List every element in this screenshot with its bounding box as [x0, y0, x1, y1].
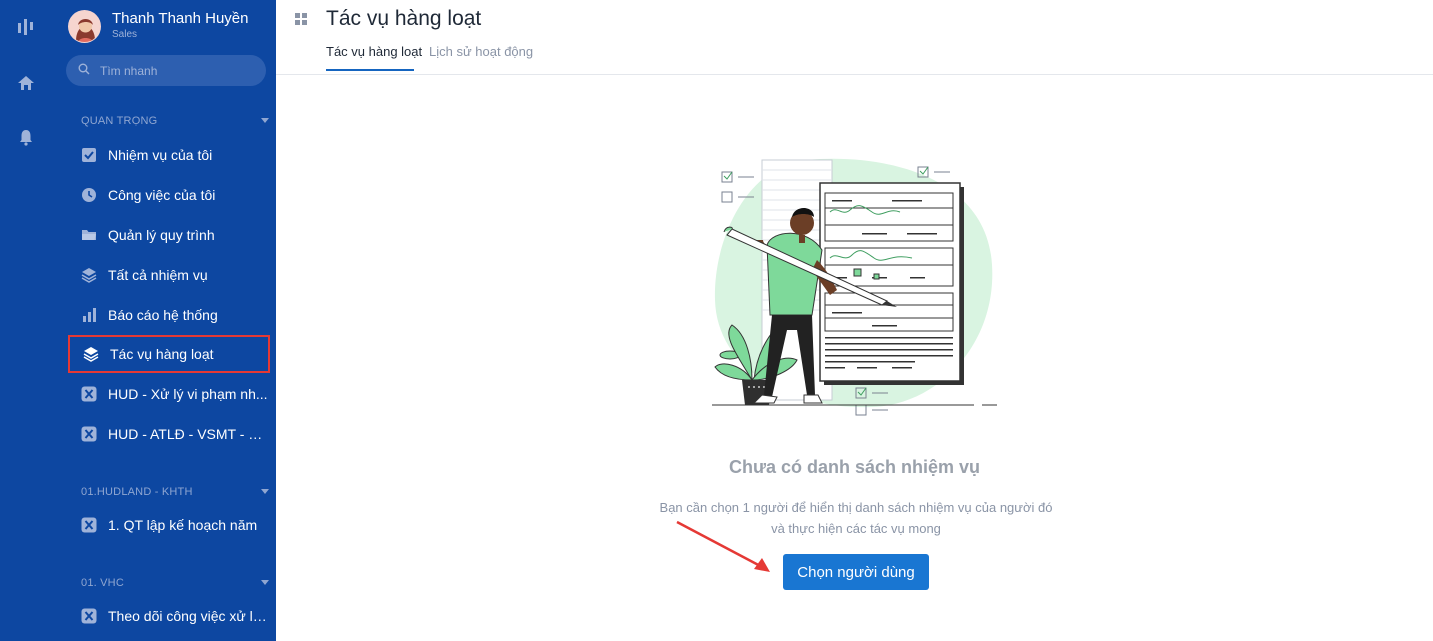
sidebar-item-label: Theo dõi công việc xử lý... [108, 608, 268, 624]
chevron-down-icon [261, 580, 269, 585]
tab-bulk-actions[interactable]: Tác vụ hàng loạt [326, 44, 422, 59]
logo-icon[interactable] [16, 17, 36, 37]
red-arrow-annotation [676, 520, 770, 572]
page-title: Tác vụ hàng loạt [326, 7, 482, 30]
check-square-icon [80, 146, 98, 164]
user-profile[interactable]: Thanh Thanh Huyền Sales [68, 10, 249, 43]
search-box[interactable] [66, 55, 266, 86]
avatar [68, 10, 101, 43]
sidebar-item-label: HUD - Xử lý vi phạm nh... [108, 386, 268, 402]
clock-icon [80, 186, 98, 204]
active-tab-indicator [326, 69, 414, 71]
layers-icon [80, 266, 98, 284]
sidebar-item-label: Tác vụ hàng loạt [110, 346, 214, 362]
sidebar-item-work-tracking[interactable]: Theo dõi công việc xử lý... [68, 597, 270, 635]
section-quan-trong[interactable]: QUAN TRỌNG [81, 115, 273, 127]
user-name: Thanh Thanh Huyền [112, 10, 249, 27]
x-app-icon [80, 607, 98, 625]
chevron-down-icon [261, 489, 269, 494]
sidebar-item-hud-atld[interactable]: HUD - ATLĐ - VSMT - PCCN [68, 415, 270, 453]
sidebar-item-my-tasks[interactable]: Nhiệm vụ của tôi [68, 136, 270, 174]
select-user-button[interactable]: Chọn người dùng [783, 554, 929, 590]
empty-state-illustration [712, 158, 997, 416]
section-label: 01.HUDLAND - KHTH [81, 486, 193, 498]
empty-state-title: Chưa có danh sách nhiệm vụ [728, 457, 981, 477]
x-app-icon [80, 385, 98, 403]
bar-chart-icon [80, 306, 98, 324]
sidebar-item-label: Báo cáo hệ thống [108, 307, 218, 323]
sidebar: Thanh Thanh Huyền Sales QUAN TRỌNG Nhiệm… [52, 0, 276, 641]
x-app-icon [80, 425, 98, 443]
stack-icon [82, 345, 100, 363]
sidebar-item-process-management[interactable]: Quản lý quy trình [68, 216, 270, 254]
section-label: QUAN TRỌNG [81, 115, 158, 127]
section-label: 01. VHC [81, 577, 124, 589]
sidebar-item-annual-plan[interactable]: 1. QT lập kế hoạch năm [68, 506, 270, 544]
bell-icon[interactable] [16, 127, 36, 147]
section-hudland-khth[interactable]: 01.HUDLAND - KHTH [81, 486, 273, 498]
sidebar-item-label: Nhiệm vụ của tôi [108, 147, 213, 163]
search-icon [78, 62, 90, 80]
sidebar-item-bulk-actions[interactable]: Tác vụ hàng loạt [68, 335, 270, 373]
tab-activity-history[interactable]: Lịch sử hoạt động [429, 44, 533, 59]
page-header: Tác vụ hàng loạt Tác vụ hàng loạt Lịch s… [276, 0, 1433, 75]
folder-icon [80, 226, 98, 244]
home-icon[interactable] [16, 73, 36, 93]
section-vhc[interactable]: 01. VHC [81, 577, 273, 589]
empty-state-desc-line-1: Bạn cần chọn 1 người để hiển thị danh sá… [659, 500, 1053, 515]
sidebar-item-my-work[interactable]: Công việc của tôi [68, 176, 270, 214]
user-role: Sales [112, 29, 138, 40]
x-app-icon [80, 516, 98, 534]
sidebar-item-label: Quản lý quy trình [108, 227, 215, 243]
search-input[interactable] [100, 63, 250, 78]
sidebar-item-label: Tất cả nhiệm vụ [108, 267, 208, 283]
sidebar-item-label: Công việc của tôi [108, 187, 216, 203]
sidebar-item-label: 1. QT lập kế hoạch năm [108, 517, 258, 533]
sidebar-item-label: HUD - ATLĐ - VSMT - PCCN [108, 426, 268, 442]
sidebar-item-hud-violation[interactable]: HUD - Xử lý vi phạm nh... [68, 375, 270, 413]
sidebar-item-system-report[interactable]: Báo cáo hệ thống [68, 296, 270, 334]
icon-rail [0, 0, 52, 641]
chevron-down-icon [261, 118, 269, 123]
apps-grid-icon[interactable] [295, 12, 307, 30]
main-content: Tác vụ hàng loạt Tác vụ hàng loạt Lịch s… [276, 0, 1433, 641]
sidebar-item-all-tasks[interactable]: Tất cả nhiệm vụ [68, 256, 270, 294]
